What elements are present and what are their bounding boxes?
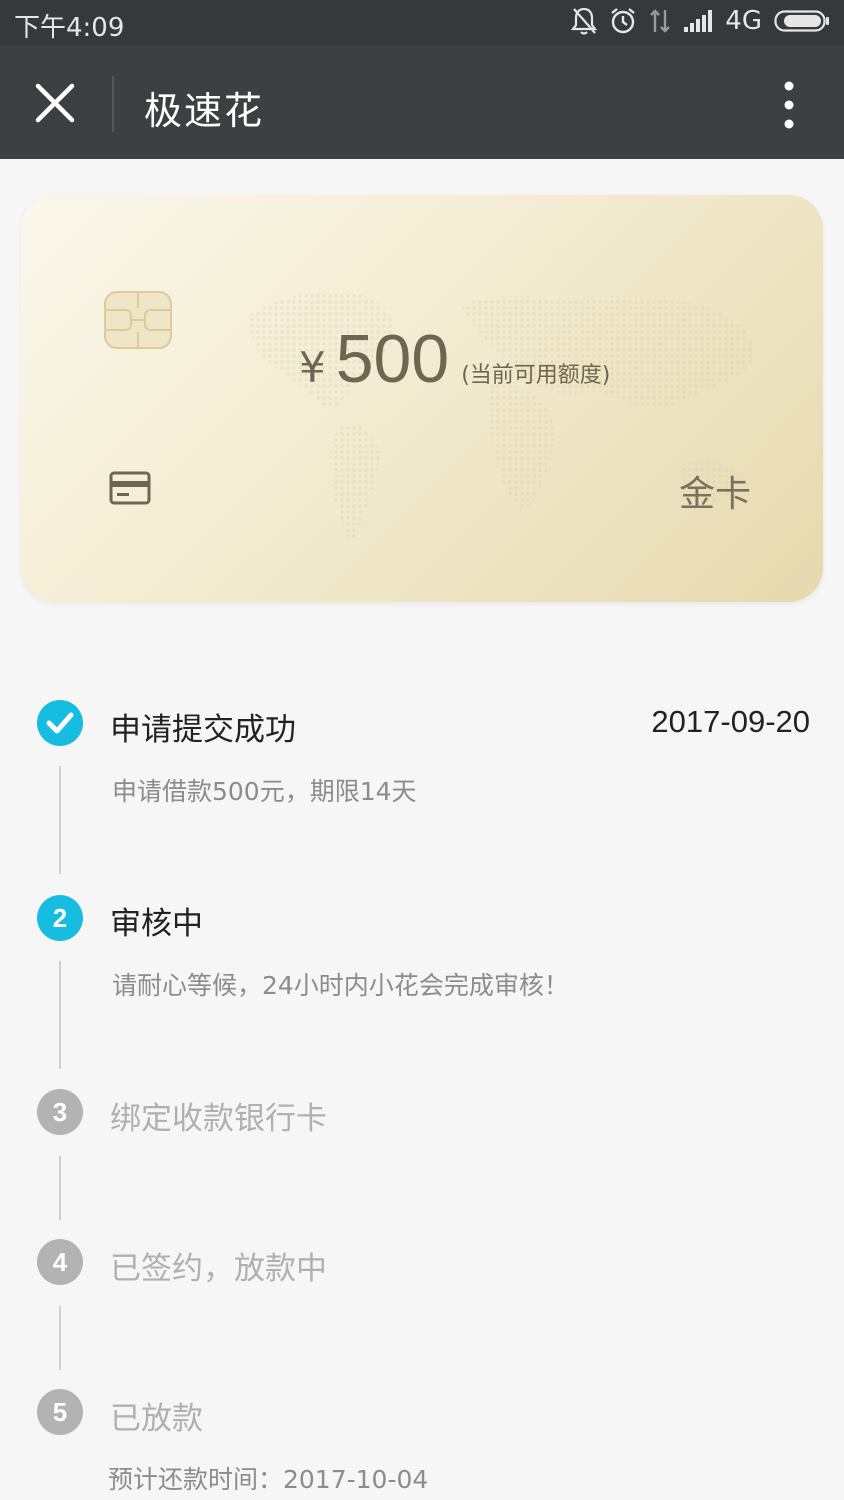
available-limit: ¥ 500 (当前可用额度) bbox=[299, 320, 610, 398]
step-3-number: 3 bbox=[37, 1089, 83, 1135]
step-4-title: 已签约，放款中 bbox=[110, 1251, 327, 1287]
card-tier: 金卡 bbox=[678, 474, 751, 515]
step-1-subtitle: 申请借款500元，期限14天 bbox=[112, 777, 417, 806]
page-title: 极速花 bbox=[144, 89, 265, 133]
step-5-number: 5 bbox=[37, 1389, 83, 1435]
limit-note: (当前可用额度) bbox=[461, 363, 611, 388]
step-2-number: 2 bbox=[37, 895, 83, 941]
battery-icon bbox=[774, 10, 829, 32]
signal-icon bbox=[684, 10, 713, 32]
status-time: 下午4:09 bbox=[14, 13, 125, 43]
step-1-title: 申请提交成功 bbox=[110, 712, 296, 748]
step-3-title: 绑定收款银行卡 bbox=[110, 1101, 327, 1137]
title-bar: 极速花 bbox=[0, 46, 844, 159]
timeline-connector bbox=[59, 1156, 61, 1220]
network-type: 4G bbox=[725, 6, 762, 36]
timeline-connector bbox=[59, 766, 61, 874]
bank-card-icon bbox=[109, 471, 151, 505]
step-1-date: 2017-09-20 bbox=[651, 704, 810, 739]
currency-symbol: ¥ bbox=[299, 343, 326, 392]
step-4-number: 4 bbox=[37, 1239, 83, 1285]
step-5-subtitle: 预计还款时间：2017-10-04 bbox=[108, 1465, 429, 1494]
more-vertical-icon[interactable] bbox=[774, 80, 804, 130]
step-5-title: 已放款 bbox=[110, 1401, 203, 1437]
data-transfer-icon bbox=[650, 9, 671, 33]
chip-icon bbox=[104, 291, 172, 349]
credit-card: ¥ 500 (当前可用额度) 金卡 bbox=[21, 195, 823, 602]
timeline-connector bbox=[59, 1306, 61, 1370]
check-icon bbox=[46, 712, 74, 734]
status-bar: 下午4:09 4G bbox=[0, 0, 844, 46]
timeline-connector bbox=[59, 961, 61, 1069]
close-icon[interactable] bbox=[34, 82, 76, 124]
step-2-title: 审核中 bbox=[110, 906, 203, 942]
title-divider bbox=[112, 76, 114, 132]
status-icons: 4G bbox=[571, 6, 830, 36]
limit-amount: 500 bbox=[335, 321, 450, 397]
mute-bell-icon bbox=[571, 7, 598, 35]
alarm-icon bbox=[611, 8, 636, 34]
step-2-subtitle: 请耐心等候，24小时内小花会完成审核！ bbox=[112, 971, 569, 1000]
step-1-check-icon bbox=[37, 700, 83, 746]
